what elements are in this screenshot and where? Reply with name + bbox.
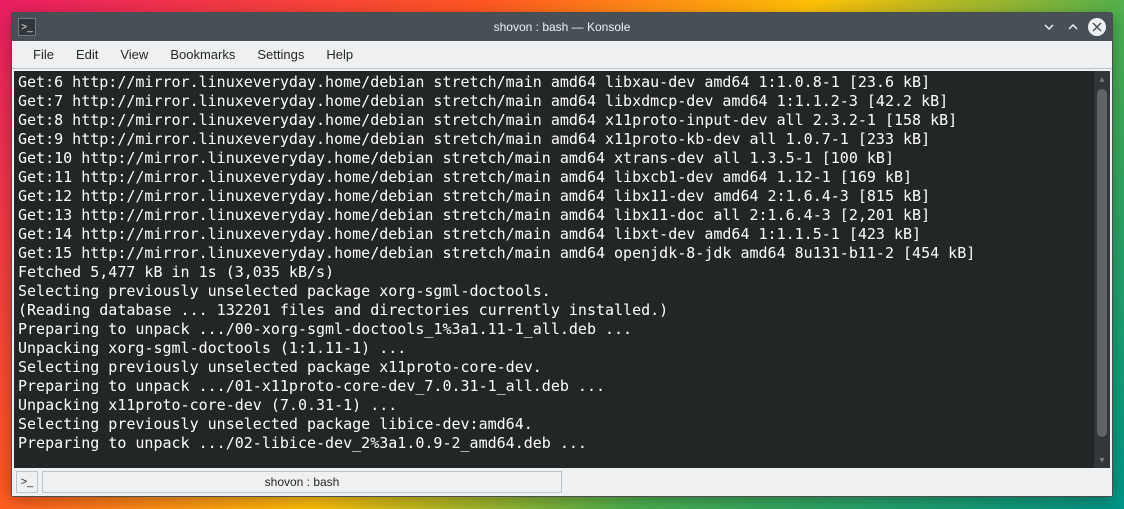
close-button[interactable]	[1088, 18, 1106, 36]
menu-bookmarks[interactable]: Bookmarks	[159, 42, 246, 67]
menu-help[interactable]: Help	[315, 42, 364, 67]
new-tab-button[interactable]: >_	[16, 471, 38, 493]
scroll-thumb[interactable]	[1097, 89, 1107, 437]
app-icon: >_	[18, 18, 36, 36]
window-controls	[1040, 18, 1112, 36]
prompt-glyph-icon: >_	[21, 22, 32, 33]
menu-edit[interactable]: Edit	[65, 42, 109, 67]
minimize-button[interactable]	[1040, 18, 1058, 36]
close-icon	[1092, 22, 1102, 32]
scrollbar[interactable]: ▴ ▾	[1094, 71, 1110, 468]
scroll-up-arrow-icon[interactable]: ▴	[1094, 71, 1110, 87]
menu-settings[interactable]: Settings	[246, 42, 315, 67]
prompt-glyph-icon: >_	[21, 476, 34, 488]
konsole-window: >_ shovon : bash — Konsole File Edit	[11, 12, 1113, 497]
maximize-button[interactable]	[1064, 18, 1082, 36]
chevron-up-icon	[1066, 20, 1080, 34]
menu-view[interactable]: View	[109, 42, 159, 67]
terminal-area: Get:6 http://mirror.linuxeveryday.home/d…	[14, 71, 1110, 468]
tabbar: >_ shovon : bash	[12, 470, 1112, 496]
window-title: shovon : bash — Konsole	[494, 20, 631, 34]
terminal-output[interactable]: Get:6 http://mirror.linuxeveryday.home/d…	[14, 71, 1094, 468]
tab-shovon-bash[interactable]: shovon : bash	[42, 471, 562, 493]
tab-label: shovon : bash	[265, 475, 340, 489]
menu-file[interactable]: File	[22, 42, 65, 67]
scroll-down-arrow-icon[interactable]: ▾	[1094, 452, 1110, 468]
menubar: File Edit View Bookmarks Settings Help	[12, 41, 1112, 69]
titlebar[interactable]: >_ shovon : bash — Konsole	[12, 13, 1112, 41]
chevron-down-icon	[1042, 20, 1056, 34]
